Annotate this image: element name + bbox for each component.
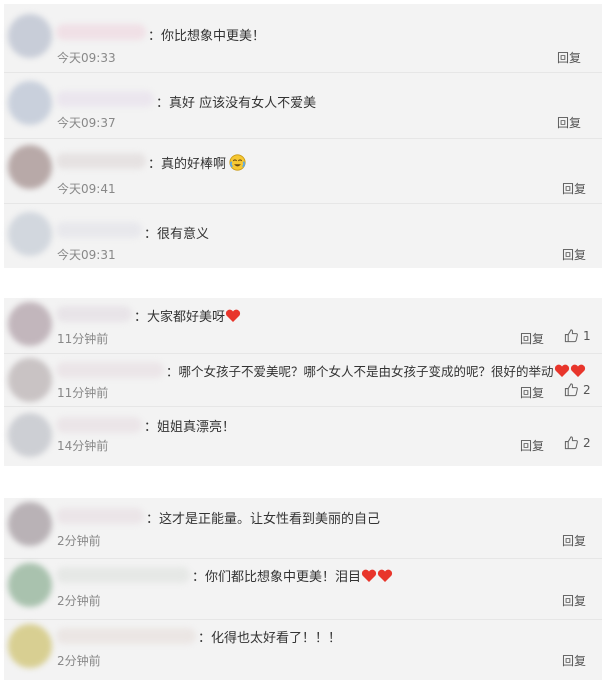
username-blurred[interactable] (56, 91, 154, 107)
reply-button[interactable]: 回复 (520, 384, 544, 401)
reply-button[interactable]: 回复 (562, 246, 586, 263)
avatar[interactable] (8, 302, 52, 346)
comment-timestamp: 2分钟前 (57, 534, 101, 548)
comment-text: ：你们都比想象中更美！泪目 (192, 566, 393, 585)
reply-button[interactable]: 回复 (557, 49, 581, 66)
comment-text: ：你比想象中更美！ (148, 29, 266, 44)
comment-text: ：很有意义 (144, 227, 210, 242)
avatar[interactable] (8, 81, 52, 125)
comment-text: ：真好 应该没有女人不爱美 (156, 96, 317, 111)
comment-timestamp: 今天09:31 (57, 248, 116, 262)
username-blurred[interactable] (56, 24, 146, 40)
comment-item: ：你比想象中更美！ 今天09:33 回复 (4, 4, 602, 70)
comment-item: ：大家都好美呀 11分钟前 回复 1 (4, 298, 602, 353)
avatar[interactable] (8, 563, 52, 607)
comment-item: ：这才是正能量。让女性看到美丽的自己 2分钟前 回复 (4, 498, 602, 558)
laughing-tears-emoji-icon (229, 154, 246, 171)
avatar[interactable] (8, 145, 52, 189)
comment-panel-2: ：大家都好美呀 11分钟前 回复 1 ：哪个女孩子不爱美呢？哪个女人不是由女孩子… (4, 298, 602, 466)
username-blurred[interactable] (56, 508, 144, 524)
comment-item: ：真好 应该没有女人不爱美 今天09:37 回复 (4, 73, 602, 137)
heart-icon (225, 309, 241, 322)
avatar[interactable] (8, 14, 52, 58)
comment-panel-3: ：这才是正能量。让女性看到美丽的自己 2分钟前 回复 ：你们都比想象中更美！泪目… (4, 498, 602, 680)
username-blurred[interactable] (56, 628, 196, 644)
username-blurred[interactable] (56, 306, 132, 322)
like-button[interactable]: 2 (564, 435, 591, 450)
comment-text: ：真的好棒啊 (148, 153, 246, 172)
comment-timestamp: 今天09:33 (57, 51, 116, 65)
reply-button[interactable]: 回复 (520, 437, 544, 454)
comment-timestamp: 2分钟前 (57, 594, 101, 608)
comment-item: ：哪个女孩子不爱美呢？哪个女人不是由女孩子变成的呢？很好的举动 11分钟前 回复… (4, 354, 602, 406)
comment-timestamp: 今天09:37 (57, 116, 116, 130)
comment-panel-1: ：你比想象中更美！ 今天09:33 回复 ：真好 应该没有女人不爱美 今天09:… (4, 4, 602, 268)
thumbs-up-icon (564, 383, 578, 397)
comment-item: ：很有意义 今天09:31 回复 (4, 204, 602, 268)
heart-icon (377, 569, 393, 582)
comment-text-content: ：大家都好美呀 (134, 310, 226, 325)
comment-text-content: ：哪个女孩子不爱美呢？哪个女人不是由女孩子变成的呢？很好的举动 (166, 364, 554, 379)
username-blurred[interactable] (56, 153, 146, 169)
heart-icon (570, 364, 585, 377)
like-count: 1 (583, 328, 591, 343)
username-blurred[interactable] (56, 362, 164, 378)
thumbs-up-icon (564, 436, 578, 450)
avatar[interactable] (8, 413, 52, 457)
comment-item: ：姐姐真漂亮！ 14分钟前 回复 2 (4, 407, 602, 466)
heart-icon (361, 569, 377, 582)
comment-text: ：化得也太好看了！！！ (198, 631, 342, 646)
avatar[interactable] (8, 502, 52, 546)
heart-icon (554, 364, 569, 377)
reply-button[interactable]: 回复 (562, 652, 586, 669)
comment-item: ：化得也太好看了！！！ 2分钟前 回复 (4, 620, 602, 680)
comment-timestamp: 2分钟前 (57, 654, 101, 668)
like-count: 2 (583, 382, 591, 397)
like-button[interactable]: 1 (564, 328, 591, 343)
comment-text: ：哪个女孩子不爱美呢？哪个女人不是由女孩子变成的呢？很好的举动 (166, 361, 586, 380)
thumbs-up-icon (564, 329, 578, 343)
avatar[interactable] (8, 624, 52, 668)
reply-button[interactable]: 回复 (562, 532, 586, 549)
comment-text: ：这才是正能量。让女性看到美丽的自己 (146, 512, 381, 527)
comment-timestamp: 11分钟前 (57, 386, 109, 400)
comment-text: ：大家都好美呀 (134, 306, 241, 325)
comment-text: ：姐姐真漂亮！ (144, 420, 236, 435)
comment-item: ：真的好棒啊 今天09:41 回复 (4, 139, 602, 203)
reply-button[interactable]: 回复 (557, 114, 581, 131)
comment-timestamp: 11分钟前 (57, 332, 109, 346)
username-blurred[interactable] (56, 222, 142, 238)
like-count: 2 (583, 435, 591, 450)
reply-button[interactable]: 回复 (562, 592, 586, 609)
comment-text-content: ：你们都比想象中更美！泪目 (192, 570, 362, 585)
avatar[interactable] (8, 212, 52, 256)
reply-button[interactable]: 回复 (562, 180, 586, 197)
avatar[interactable] (8, 358, 52, 402)
comment-timestamp: 14分钟前 (57, 439, 109, 453)
comment-text-content: ：真的好棒啊 (148, 157, 227, 172)
comment-timestamp: 今天09:41 (57, 182, 116, 196)
username-blurred[interactable] (56, 417, 142, 433)
comment-item: ：你们都比想象中更美！泪目 2分钟前 回复 (4, 559, 602, 619)
like-button[interactable]: 2 (564, 382, 591, 397)
reply-button[interactable]: 回复 (520, 330, 544, 347)
username-blurred[interactable] (56, 567, 190, 583)
